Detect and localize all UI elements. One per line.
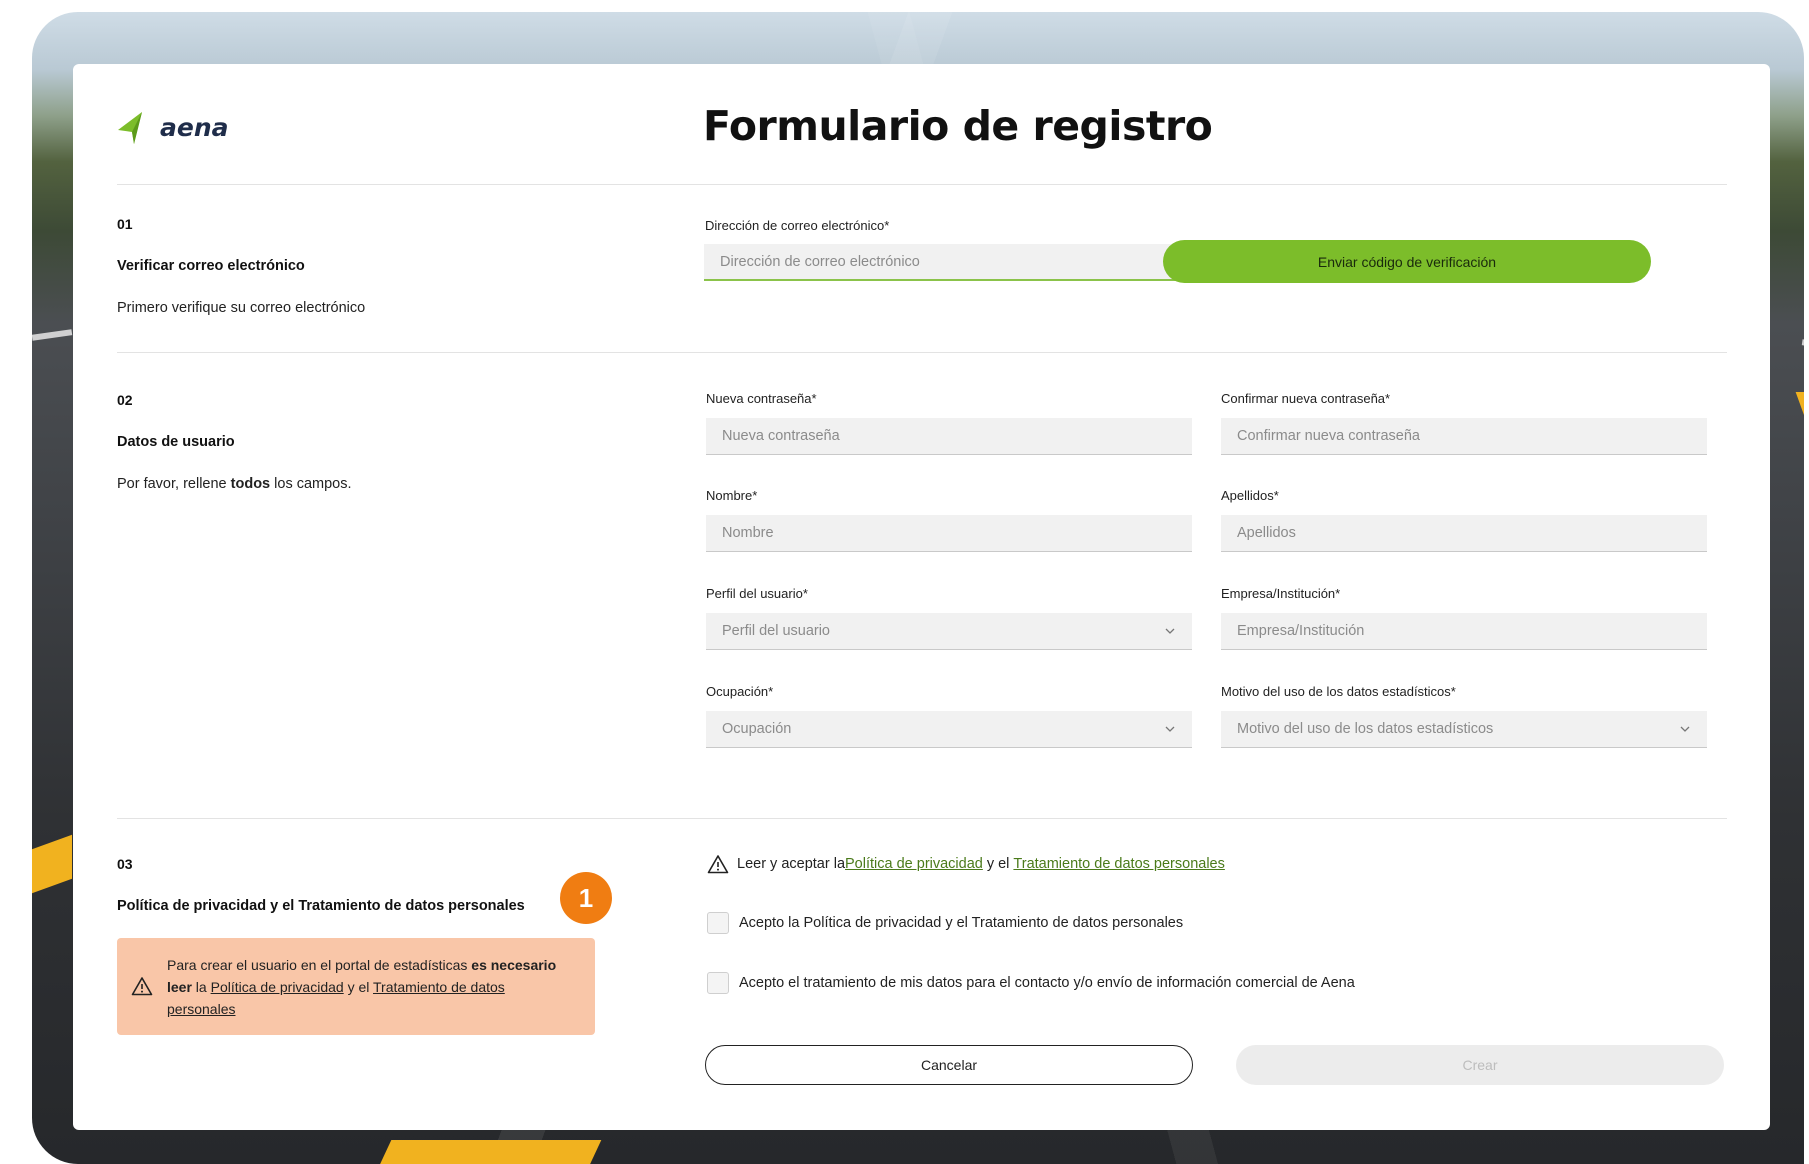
privacy-policy-link[interactable]: Política de privacidad xyxy=(211,979,344,995)
reason-label: Motivo del uso de los datos estadísticos… xyxy=(1221,684,1456,699)
section-number: 02 xyxy=(117,392,133,408)
occupation-select-value: Ocupación xyxy=(722,721,792,737)
surname-field[interactable] xyxy=(1221,515,1707,552)
chevron-down-icon xyxy=(1680,726,1690,732)
new-password-label: Nueva contraseña* xyxy=(706,391,817,406)
warning-icon xyxy=(131,977,153,996)
warning-box: Para crear el usuario en el portal de es… xyxy=(117,938,595,1035)
aena-logo[interactable]: aena xyxy=(116,108,229,146)
new-password-field[interactable] xyxy=(706,418,1192,455)
privacy-consent-row[interactable]: Acepto la Política de privacidad y el Tr… xyxy=(707,912,1183,934)
section-title: Política de privacidad y el Tratamiento … xyxy=(117,898,525,914)
section-title: Verificar correo electrónico xyxy=(117,258,305,274)
section-number: 01 xyxy=(117,216,133,232)
commercial-consent-checkbox[interactable] xyxy=(707,972,729,994)
chevron-down-icon xyxy=(1165,726,1175,732)
privacy-consent-checkbox[interactable] xyxy=(707,912,729,934)
reason-select[interactable]: Motivo del uso de los datos estadísticos xyxy=(1221,711,1707,748)
name-field[interactable] xyxy=(706,515,1192,552)
occupation-select[interactable]: Ocupación xyxy=(706,711,1192,748)
runway-stripe xyxy=(1795,392,1804,482)
warning-icon xyxy=(707,855,729,874)
create-button[interactable]: Crear xyxy=(1236,1045,1724,1085)
divider xyxy=(117,352,1727,353)
profile-label: Perfil del usuario* xyxy=(706,586,808,601)
step-badge: 1 xyxy=(560,872,612,924)
privacy-policy-link[interactable]: Política de privacidad xyxy=(845,856,983,872)
registration-card: aena Formulario de registro 01 Verificar… xyxy=(73,64,1770,1130)
section-description: Primero verifique su correo electrónico xyxy=(117,300,366,316)
section-description: Por favor, rellene todos los campos. xyxy=(117,476,352,492)
company-label: Empresa/Institución* xyxy=(1221,586,1341,601)
personal-data-link[interactable]: Tratamiento de datos personales xyxy=(1013,856,1224,872)
send-verification-button[interactable]: Enviar código de verificación xyxy=(1163,240,1651,283)
company-field[interactable] xyxy=(1221,613,1707,650)
reason-select-value: Motivo del uso de los datos estadísticos xyxy=(1237,721,1494,737)
section-title: Datos de usuario xyxy=(117,434,235,450)
chevron-down-icon xyxy=(1165,628,1175,634)
divider xyxy=(117,818,1727,819)
confirm-password-field[interactable] xyxy=(1221,418,1707,455)
runway-marking xyxy=(1801,339,1804,351)
profile-select[interactable]: Perfil del usuario xyxy=(706,613,1192,650)
email-field[interactable] xyxy=(704,244,1191,281)
cancel-button[interactable]: Cancelar xyxy=(705,1045,1193,1085)
surname-label: Apellidos* xyxy=(1221,488,1279,503)
privacy-consent-label: Acepto la Política de privacidad y el Tr… xyxy=(739,915,1184,931)
runway-marking xyxy=(32,329,73,341)
runway-stripe xyxy=(32,834,72,894)
logo-text: aena xyxy=(160,112,229,142)
aena-logo-icon xyxy=(118,112,142,144)
name-label: Nombre* xyxy=(706,488,758,503)
commercial-consent-label: Acepto el tratamiento de mis datos para … xyxy=(739,975,1355,991)
occupation-label: Ocupación* xyxy=(706,684,774,699)
divider xyxy=(117,184,1727,185)
profile-select-value: Perfil del usuario xyxy=(722,623,830,639)
page-title: Formulario de registro xyxy=(703,102,1213,150)
runway-stripe xyxy=(372,1140,602,1164)
commercial-consent-row[interactable]: Acepto el tratamiento de mis datos para … xyxy=(707,972,1355,994)
email-label: Dirección de correo electrónico* xyxy=(705,218,890,233)
section-number: 03 xyxy=(117,856,133,872)
read-accept-line: Leer y aceptar la Política de privacidad… xyxy=(707,854,1225,874)
confirm-password-label: Confirmar nueva contraseña* xyxy=(1221,391,1391,406)
